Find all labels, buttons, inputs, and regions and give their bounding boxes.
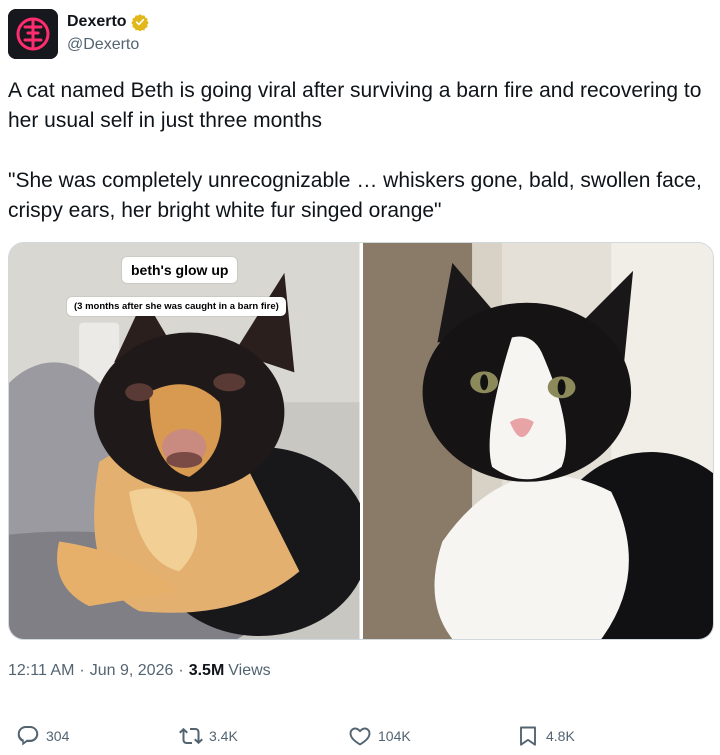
- bookmark-count: 4.8K: [546, 728, 575, 744]
- author-handle[interactable]: @Dexerto: [67, 34, 149, 56]
- bookmark-button[interactable]: 4.8K: [516, 720, 575, 752]
- verified-badge-icon: [130, 14, 149, 31]
- tweet-paragraph: A cat named Beth is going viral after su…: [8, 79, 702, 132]
- dexerto-logo-icon: [8, 9, 58, 59]
- after-photo[interactable]: [362, 243, 713, 639]
- bookmark-icon: [520, 726, 536, 746]
- overlay-title: beth's glow up: [122, 257, 238, 283]
- before-photo[interactable]: beth's glow up (3 months after she was c…: [9, 243, 360, 639]
- tweet-actions: 304 3.4K 104K 4.8K: [0, 720, 720, 752]
- tweet-media[interactable]: beth's glow up (3 months after she was c…: [8, 242, 714, 640]
- retweet-icon: [179, 727, 203, 745]
- meta-separator: ·: [178, 662, 184, 679]
- retweet-count: 3.4K: [209, 728, 238, 744]
- tweet-time[interactable]: 12:11 AM: [8, 662, 74, 680]
- retweet-button[interactable]: 3.4K: [179, 720, 238, 752]
- reply-icon: [17, 726, 39, 746]
- like-button[interactable]: 104K: [348, 720, 411, 752]
- heart-icon: [349, 727, 371, 746]
- tweet-header: Dexerto @Dexerto: [8, 8, 708, 60]
- author-names: Dexerto @Dexerto: [67, 12, 149, 56]
- tweet-paragraph: "She was completely unrecognizable … whi…: [8, 169, 702, 222]
- tweet-meta: 12:11 AM · Jun 9, 2026 · 3.5M Views: [8, 662, 271, 680]
- views-label: Views: [228, 662, 271, 679]
- meta-separator: ·: [79, 662, 85, 679]
- tweet-text: A cat named Beth is going viral after su…: [8, 76, 708, 226]
- avatar[interactable]: [8, 9, 58, 59]
- recovered-cat-image: [362, 243, 713, 639]
- reply-count: 304: [46, 728, 70, 744]
- like-count: 104K: [378, 728, 411, 744]
- reply-button[interactable]: 304: [16, 720, 69, 752]
- overlay-subtitle: (3 months after she was caught in a barn…: [67, 297, 286, 316]
- tweet-date[interactable]: Jun 9, 2026: [90, 662, 174, 680]
- views-count: 3.5M: [188, 662, 225, 679]
- author-display-name[interactable]: Dexerto: [67, 12, 127, 32]
